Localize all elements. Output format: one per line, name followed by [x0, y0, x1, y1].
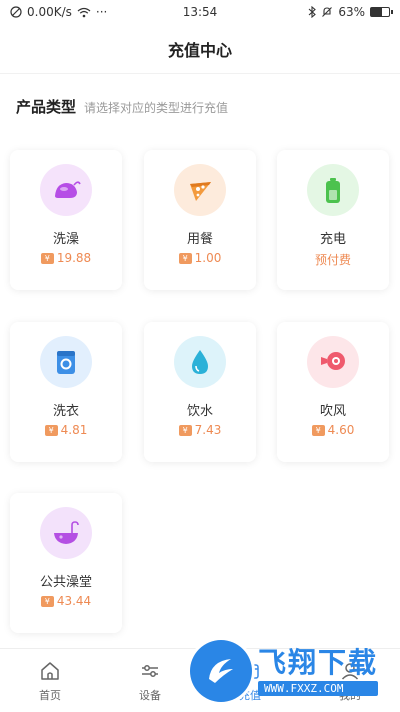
yen-icon: ¥ — [178, 424, 192, 436]
product-card[interactable]: 洗衣 ¥4.81 — [10, 322, 122, 462]
tab-label: 首页 — [39, 688, 61, 702]
network-speed: 0.00K/s — [27, 5, 72, 19]
mute-bell-icon — [322, 7, 333, 17]
hair-dryer-icon — [307, 336, 359, 388]
status-left: 0.00K/s ··· — [10, 5, 107, 19]
product-name: 洗衣 — [52, 404, 79, 419]
product-name: 公共澡堂 — [39, 575, 92, 590]
price-value: 43.44 — [56, 594, 92, 608]
sliders-icon — [142, 664, 158, 677]
shower-bag-icon — [40, 164, 92, 216]
product-card[interactable]: 洗澡 ¥19.88 — [10, 150, 122, 290]
price-value: 1.00 — [194, 251, 222, 265]
section-title: 产品类型 — [16, 98, 77, 116]
wifi-icon — [77, 7, 91, 17]
price-value: 4.81 — [60, 423, 88, 437]
product-name: 饮水 — [186, 404, 213, 419]
price-value: 7.43 — [194, 423, 222, 437]
bathtub-icon — [40, 507, 92, 559]
yen-icon: ¥ — [178, 252, 192, 264]
page-title: 充值中心 — [167, 40, 232, 60]
yen-icon: ¥ — [40, 252, 54, 264]
product-price: ¥7.43 — [178, 423, 222, 437]
more-indicator: ··· — [95, 5, 108, 19]
product-card[interactable]: 公共澡堂 ¥43.44 — [10, 493, 122, 633]
product-price: ¥43.44 — [40, 594, 92, 608]
product-price: ¥4.60 — [311, 423, 355, 437]
bluetooth-icon — [308, 6, 317, 18]
product-name: 充电 — [319, 232, 346, 247]
tab-label: 设备 — [139, 688, 161, 702]
battery-icon — [370, 7, 393, 17]
yen-icon: ¥ — [311, 424, 325, 436]
watermark-title: 飞翔下载 — [258, 645, 379, 679]
watermark-text: 飞翔下载 WWW.FXXZ.COM — [258, 645, 379, 696]
product-name: 用餐 — [186, 232, 213, 247]
no-disturb-icon — [10, 6, 22, 18]
tab-devices[interactable]: 设备 — [100, 649, 200, 712]
product-card[interactable]: 充电 预付费 — [277, 150, 389, 290]
yen-icon: ¥ — [40, 595, 54, 607]
status-right: 63% — [308, 5, 393, 19]
tab-home[interactable]: 首页 — [0, 649, 100, 712]
product-card[interactable]: 用餐 ¥1.00 — [144, 150, 256, 290]
pizza-icon — [174, 164, 226, 216]
product-card[interactable]: 吹风 ¥4.60 — [277, 322, 389, 462]
watermark-url: WWW.FXXZ.COM — [258, 680, 379, 696]
watermark-logo-icon — [190, 640, 252, 702]
product-type-header: 产品类型 请选择对应的类型进行充值 — [16, 96, 228, 117]
top-navbar: 充值中心 — [0, 24, 400, 74]
price-value: 19.88 — [56, 251, 92, 265]
watermark: 飞翔下载 WWW.FXXZ.COM — [190, 630, 400, 712]
battery-fill — [371, 8, 383, 16]
product-name: 吹风 — [319, 404, 346, 419]
product-card[interactable]: 饮水 ¥7.43 — [144, 322, 256, 462]
product-price: 预付费 — [315, 251, 351, 268]
section-subtitle: 请选择对应的类型进行充值 — [84, 101, 229, 115]
price-value: 4.60 — [327, 423, 355, 437]
product-price: ¥19.88 — [40, 251, 92, 265]
status-bar: 0.00K/s ··· 13:54 63% — [0, 0, 400, 24]
water-drop-icon — [174, 336, 226, 388]
product-name: 洗澡 — [52, 232, 79, 247]
product-price: ¥4.81 — [44, 423, 88, 437]
battery-icon — [307, 164, 359, 216]
price-value: 预付费 — [314, 253, 351, 267]
yen-icon: ¥ — [44, 424, 58, 436]
product-price: ¥1.00 — [178, 251, 222, 265]
home-icon — [41, 661, 59, 680]
battery-percent: 63% — [338, 5, 365, 19]
washing-machine-icon — [40, 336, 92, 388]
